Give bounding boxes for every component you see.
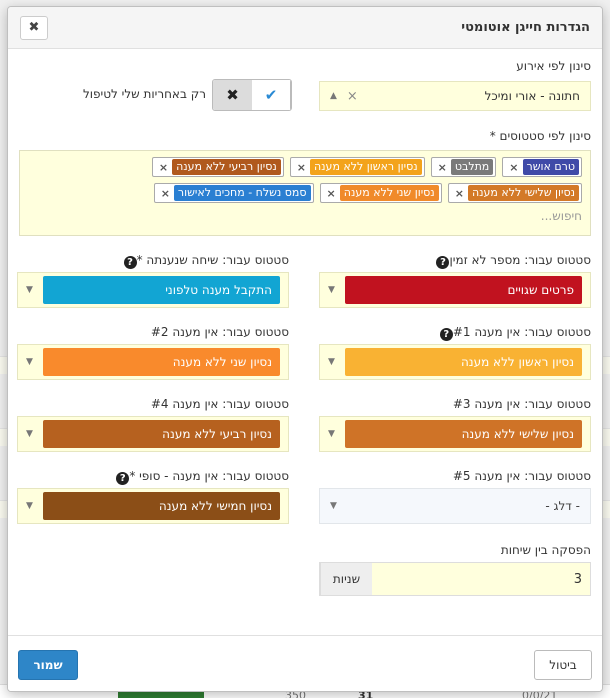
status-select-label: סטטוס עבור: אין מענה #1? [436,325,591,341]
status-tag: נסיון ראשון ללא מענה × [289,157,425,177]
remove-tag-icon[interactable]: × [451,187,468,200]
status-tag-label: סמס נשלח - מחכים לאישור [173,185,311,201]
status-select-label-text: סטטוס עבור: אין מענה - סופי * [129,469,289,483]
my-responsibility-label: רק באחריות שלי לטיפול [82,87,206,101]
status-tag-label: נסיון שני ללא מענה [339,185,439,201]
status-select-value: נסיון רביעי ללא מענה [42,420,280,448]
status-select-label-text: סטטוס עבור: אין מענה #2 [150,325,289,339]
status-select[interactable]: התקבל מענה טלפוני ▼ [17,272,289,308]
status-select-label: סטטוס עבור: אין מענה #4 [151,397,289,411]
chevron-down-icon[interactable]: ▼ [328,357,335,367]
event-filter-value: חתונה - אורי ומיכל [484,89,580,103]
status-select-label: סטטוס עבור: אין מענה #2 [151,325,289,339]
status-select-label-text: סטטוס עבור: אין מענה #3 [452,397,591,411]
status-search-input[interactable]: חיפוש... [28,209,582,223]
remove-tag-icon[interactable]: × [157,187,174,200]
status-tag: נסיון שלישי ללא מענה × [447,183,582,203]
status-select-label-text: סטטוס עבור: שיחה שנענתה * [136,253,289,267]
cancel-button[interactable]: ביטול [534,650,592,680]
status-select-label-text: סטטוס עבור: אין מענה #4 [150,397,289,411]
status-select-label: סטטוס עבור: אין מענה #3 [453,397,591,411]
x-icon[interactable]: ✖ [213,80,252,110]
dialog-header: הגדרות חייגן אוטומטי ✖ [8,7,602,49]
status-select-label: סטטוס עבור: שיחה שנענתה *? [120,253,289,269]
remove-tag-icon[interactable]: × [293,161,310,174]
tag-row: טרם אושר × מתלבט × נסיון ראשון ללא מענה × נסיו… [28,157,582,177]
help-icon[interactable]: ? [439,328,453,341]
status-select[interactable]: נסיון ראשון ללא מענה ▼ [319,344,591,380]
status-select[interactable]: נסיון שלישי ללא מענה ▼ [319,416,591,452]
chevron-up-icon[interactable]: ▲ [330,91,337,101]
status-select[interactable]: נסיון שני ללא מענה ▼ [17,344,289,380]
status-tag-label: טרם אושר [522,159,579,175]
close-icon: ✖ [28,20,40,35]
remove-tag-icon[interactable]: × [434,161,451,174]
chevron-down-icon[interactable]: ▼ [328,285,335,295]
status-select[interactable]: פרטים שגויים ▼ [319,272,591,308]
event-filter-select[interactable]: חתונה - אורי ומיכל × ▲ [319,81,591,111]
chevron-down-icon[interactable]: ▼ [328,429,335,439]
remove-tag-icon[interactable]: × [323,187,340,200]
status-select-value: התקבל מענה טלפוני [42,276,280,304]
status-select[interactable]: - דלג - ▼ [319,488,591,524]
status-tag: נסיון שני ללא מענה × [319,183,442,203]
pause-input-group: 3 שניות [319,562,591,596]
status-select-label-text: סטטוס עבור: אין מענה #5 [452,469,591,483]
remove-tag-icon[interactable]: × [505,161,522,174]
help-icon[interactable]: ? [436,256,450,269]
tag-row: נסיון שלישי ללא מענה × נסיון שני ללא מענה ×… [28,183,582,203]
status-select-label-text: סטטוס עבור: אין מענה #1 [452,325,591,339]
status-tag: טרם אושר × [502,157,582,177]
status-select[interactable]: נסיון רביעי ללא מענה ▼ [17,416,289,452]
pause-label: הפסקה בין שיחות [500,543,591,557]
status-tag: נסיון רביעי ללא מענה × [151,157,284,177]
status-select-value: נסיון חמישי ללא מענה [42,492,280,520]
dialog-title: הגדרות חייגן אוטומטי [461,20,590,35]
close-button[interactable]: ✖ [20,15,48,40]
status-select-label: סטטוס עבור: אין מענה - סופי *? [112,469,289,485]
status-tag-label: נסיון ראשון ללא מענה [309,159,422,175]
status-select[interactable]: נסיון חמישי ללא מענה ▼ [17,488,289,524]
status-tag: סמס נשלח - מחכים לאישור × [153,183,314,203]
dialog-footer: שמור ביטול [8,635,602,691]
clear-icon[interactable]: × [347,89,358,104]
help-icon[interactable]: ? [123,256,137,269]
help-icon[interactable]: ? [116,472,130,485]
autodialer-settings-dialog: הגדרות חייגן אוטומטי ✖ סינון לפי אירוע ח… [7,6,603,692]
status-select-label: סטטוס עבור: מספר לא זמין? [432,253,591,269]
status-select-value: נסיון ראשון ללא מענה [344,348,582,376]
status-select-value: נסיון שלישי ללא מענה [344,420,582,448]
check-icon[interactable]: ✔ [252,80,291,110]
chevron-down-icon[interactable]: ▼ [26,429,33,439]
chevron-down-icon[interactable]: ▼ [26,285,33,295]
status-filter-label: סינון לפי סטטוסים * [489,129,591,143]
pause-input[interactable]: 3 [372,563,590,595]
pause-unit: שניות [320,563,372,595]
chevron-down-icon[interactable]: ▼ [26,501,33,511]
remove-tag-icon[interactable]: × [155,161,172,174]
status-tag: מתלבט × [430,157,497,177]
status-select-value: נסיון שני ללא מענה [42,348,280,376]
status-tag-label: מתלבט [450,159,494,175]
status-select-label-text: סטטוס עבור: מספר לא זמין [449,253,591,267]
status-filter-multiselect[interactable]: טרם אושר × מתלבט × נסיון ראשון ללא מענה × נסיו… [19,150,591,236]
save-button[interactable]: שמור [18,650,78,680]
status-select-value: פרטים שגויים [344,276,582,304]
status-tag-label: נסיון רביעי ללא מענה [172,159,281,175]
my-responsibility-toggle[interactable]: ✔ ✖ [212,79,292,111]
event-filter-label: סינון לפי אירוע [516,59,591,73]
status-select-value: - דלג - [545,499,580,513]
chevron-down-icon[interactable]: ▼ [330,501,337,511]
chevron-down-icon[interactable]: ▼ [26,357,33,367]
status-tag-label: נסיון שלישי ללא מענה [467,185,579,201]
status-select-label: סטטוס עבור: אין מענה #5 [453,469,591,483]
